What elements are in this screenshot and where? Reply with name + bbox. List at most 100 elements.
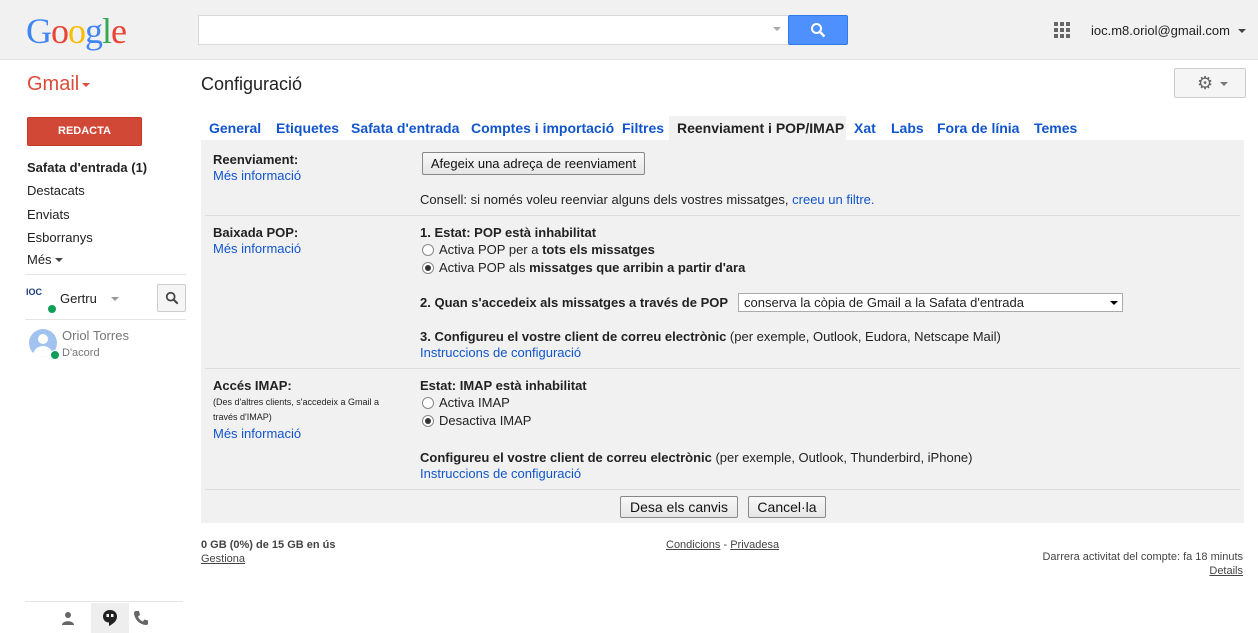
online-status-icon — [50, 350, 60, 360]
tab-filters[interactable]: Filtres — [622, 120, 664, 136]
pop-more-info-link[interactable]: Més informació — [213, 241, 301, 256]
create-filter-link[interactable]: creeu un filtre. — [792, 192, 874, 207]
last-activity: Darrera activitat del compte: fa 18 minu… — [1042, 551, 1243, 563]
search-options-chevron-icon[interactable] — [773, 27, 781, 31]
pop-action-select[interactable]: conserva la còpia de Gmail a la Safata d… — [738, 293, 1123, 312]
people-search-button[interactable] — [157, 284, 186, 312]
imap-status: Estat: IMAP està inhabilitat — [420, 378, 587, 393]
hangouts-tab[interactable] — [91, 603, 129, 633]
search-icon — [165, 291, 179, 305]
forwarding-tip: Consell: si només voleu reenviar alguns … — [420, 192, 875, 207]
hangouts-icon — [103, 610, 117, 626]
gear-icon: ⚙ — [1197, 73, 1214, 93]
pop-option1-bold: tots els missatges — [542, 242, 655, 257]
pop-new-messages-radio[interactable] — [422, 262, 434, 274]
imap-disable-label[interactable]: Desactiva IMAP — [439, 413, 531, 428]
tab-forwarding-pop-imap[interactable]: Reenviament i POP/IMAP — [677, 120, 844, 136]
storage-usage: 0 GB (0%) de 15 GB en ús — [201, 539, 336, 551]
sidebar-item-more[interactable]: Més — [27, 252, 52, 267]
details-link[interactable]: Details — [1209, 565, 1243, 577]
add-forwarding-address-button[interactable]: Afegeix una adreça de reenviament — [422, 152, 645, 175]
cancel-button[interactable]: Cancel·la — [748, 496, 826, 518]
pop-all-messages-radio[interactable] — [422, 244, 434, 256]
contact-status: D'acord — [62, 347, 100, 359]
tab-themes[interactable]: Temes — [1034, 120, 1077, 136]
sidebar-item-drafts[interactable]: Esborranys — [27, 230, 93, 245]
compose-button[interactable]: REDACTA — [27, 117, 142, 146]
pop-new-messages-label[interactable]: Activa POP als missatges que arribin a p… — [439, 260, 745, 275]
top-bar: Google ioc.m8.oriol@gmail.com — [0, 0, 1258, 60]
tab-offline[interactable]: Fora de línia — [937, 120, 1019, 136]
footer-separator: - — [720, 539, 731, 551]
account-email[interactable]: ioc.m8.oriol@gmail.com — [1091, 23, 1230, 38]
divider — [205, 489, 1240, 490]
imap-enable-radio[interactable] — [422, 397, 434, 409]
footer-links: Condicions - Privadesa — [666, 539, 779, 551]
divider — [25, 274, 186, 275]
contact-name[interactable]: Oriol Torres — [62, 328, 129, 343]
pop-step3-bold: 3. Configureu el vostre client de correu… — [420, 329, 727, 344]
search-icon — [811, 23, 826, 38]
page-title: Configuració — [201, 74, 303, 94]
account-chevron-down-icon[interactable] — [1238, 29, 1246, 33]
imap-disable-radio[interactable] — [422, 415, 434, 427]
sidebar-item-inbox[interactable]: Safata d'entrada (1) — [27, 160, 147, 175]
pop-action-selected-value: conserva la còpia de Gmail a la Safata d… — [744, 295, 1024, 310]
chevron-down-icon — [1110, 301, 1118, 305]
ioc-logo: IOC — [26, 287, 43, 297]
tab-inbox[interactable]: Safata d'entrada — [351, 120, 459, 136]
tab-chat[interactable]: Xat — [854, 120, 876, 136]
pop-status: 1. Estat: POP està inhabilitat — [420, 225, 597, 240]
pop-step3-rest: (per exemple, Outlook, Eudora, Netscape … — [726, 329, 1001, 344]
manage-storage-text: Gestiona — [201, 553, 246, 565]
tab-accounts-import[interactable]: Comptes i importació — [471, 120, 614, 136]
hangouts-user-name[interactable]: Gertru — [60, 291, 97, 306]
imap-enable-label[interactable]: Activa IMAP — [439, 395, 510, 410]
gmail-chevron-down-icon[interactable] — [82, 83, 90, 87]
person-icon[interactable] — [60, 610, 76, 626]
divider — [205, 368, 1240, 369]
forwarding-label: Reenviament: — [213, 152, 299, 167]
imap-configure-bold: Configureu el vostre client de correu el… — [420, 450, 712, 465]
gmail-menu[interactable]: Gmail — [27, 73, 79, 96]
pop-all-messages-label[interactable]: Activa POP per a tots els missatges — [439, 242, 655, 257]
sidebar-bottom-bar — [25, 601, 183, 633]
pop-instructions-link[interactable]: Instruccions de configuració — [420, 345, 581, 360]
forwarding-tip-text: Consell: si només voleu reenviar alguns … — [420, 192, 789, 207]
search-input[interactable] — [198, 15, 789, 45]
pop-option1-prefix: Activa POP per a — [439, 242, 543, 257]
settings-button[interactable]: ⚙ — [1174, 68, 1246, 98]
forwarding-more-info-link[interactable]: Més informació — [213, 168, 301, 183]
tab-labs[interactable]: Labs — [891, 120, 924, 136]
pop-option2-bold: missatges que arribin a partir d'ara — [529, 260, 746, 275]
manage-storage-link[interactable]: Gestiona — [201, 553, 245, 565]
imap-instructions-link[interactable]: Instruccions de configuració — [420, 466, 581, 481]
imap-more-info-link[interactable]: Més informació — [213, 426, 301, 441]
pop-option2-prefix: Activa POP als — [439, 260, 530, 275]
divider — [205, 215, 1240, 216]
details-text: Details — [1209, 565, 1243, 577]
divider — [25, 319, 186, 320]
save-changes-button[interactable]: Desa els canvis — [620, 496, 738, 518]
pop-label: Baixada POP: — [213, 225, 299, 240]
pop-step3: 3. Configureu el vostre client de correu… — [420, 329, 1001, 344]
tab-labels[interactable]: Etiquetes — [276, 120, 339, 136]
sidebar-item-sent[interactable]: Enviats — [27, 207, 70, 222]
terms-link[interactable]: Condicions — [666, 539, 720, 551]
sidebar-item-starred[interactable]: Destacats — [27, 183, 85, 198]
online-status-icon — [47, 304, 57, 314]
apps-grid-icon[interactable] — [1054, 22, 1071, 39]
imap-note: (Des d'altres clients, s'accedeix a Gmai… — [213, 397, 379, 422]
phone-icon[interactable] — [133, 610, 149, 626]
pop-step2-label: 2. Quan s'accedeix als missatges a travé… — [420, 295, 729, 310]
tab-general[interactable]: General — [209, 120, 261, 136]
imap-configure: Configureu el vostre client de correu el… — [420, 450, 972, 465]
chevron-down-icon — [1220, 82, 1228, 86]
search-button[interactable] — [788, 15, 848, 45]
imap-configure-rest: (per exemple, Outlook, Thunderbird, iPho… — [711, 450, 973, 465]
privacy-link[interactable]: Privadesa — [730, 539, 779, 551]
imap-label: Accés IMAP: — [213, 378, 292, 393]
hangouts-chevron-down-icon[interactable] — [111, 297, 119, 301]
google-logo[interactable]: Google — [26, 10, 127, 52]
more-chevron-down-icon[interactable] — [55, 258, 63, 262]
